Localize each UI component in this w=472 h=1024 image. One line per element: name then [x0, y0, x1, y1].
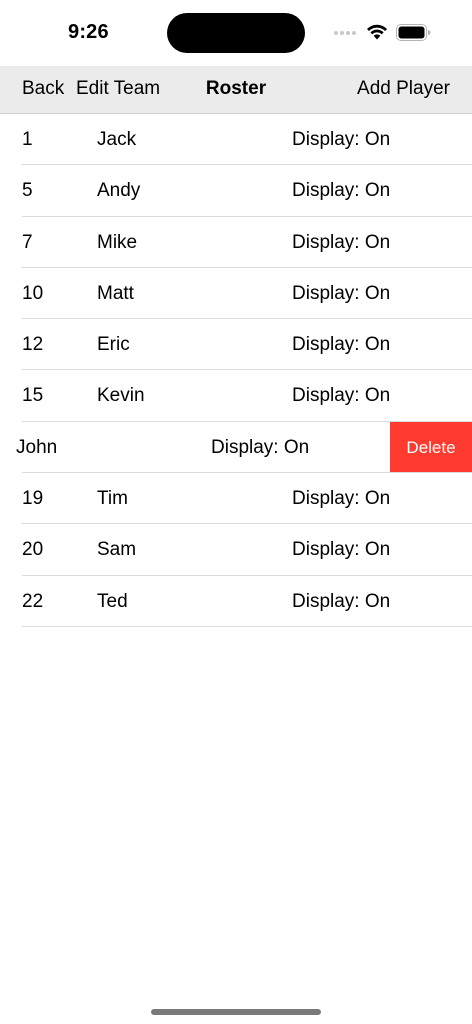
roster-row[interactable]: 19 Tim Display: On [0, 473, 472, 525]
roster-row[interactable]: 12 Eric Display: On [0, 319, 472, 371]
display-status: Display: On [292, 539, 391, 561]
player-number: 22 [22, 590, 44, 612]
wifi-icon [367, 24, 387, 40]
roster-list: 1 Jack Display: On 5 Andy Display: On 7 … [0, 114, 472, 628]
player-number: 10 [22, 282, 44, 304]
player-name: Sam [97, 539, 137, 561]
player-number: 1 [22, 129, 33, 150]
back-button[interactable]: Back [22, 78, 64, 100]
player-name: John [16, 436, 58, 458]
player-number: 7 [22, 231, 33, 253]
roster-row[interactable]: 1 Jack Display: On [0, 114, 472, 166]
player-name: Ted [97, 590, 128, 612]
home-indicator[interactable] [151, 1009, 321, 1015]
display-status: Display: On [292, 180, 391, 202]
add-player-button[interactable]: Add Player [357, 78, 450, 100]
display-status: Display: On [292, 488, 391, 510]
roster-row[interactable]: 5 Andy Display: On [0, 165, 472, 217]
edit-team-button[interactable]: Edit Team [76, 78, 160, 100]
player-name: Eric [97, 334, 130, 356]
delete-button[interactable]: Delete [390, 421, 472, 473]
roster-row[interactable]: 22 Ted Display: On [0, 576, 472, 628]
display-status: Display: On [292, 129, 391, 150]
player-name: Matt [97, 282, 134, 304]
display-status: Display: On [292, 385, 391, 407]
display-status: Display: On [292, 334, 391, 356]
player-name: Kevin [97, 385, 145, 407]
display-status: Display: On [211, 436, 310, 458]
roster-row[interactable]: 20 Sam Display: On [0, 524, 472, 576]
player-name: Tim [97, 488, 128, 510]
display-status: Display: On [292, 282, 391, 304]
status-bar: 9:26 [0, 0, 472, 66]
battery-icon [396, 24, 431, 41]
roster-row[interactable]: 10 Matt Display: On [0, 268, 472, 320]
roster-row-swiped[interactable]: John Display: On Delete [0, 421, 472, 474]
navigation-bar: Roster Back Edit Team Add Player [0, 66, 472, 114]
player-number: 20 [22, 539, 44, 561]
player-name: Mike [97, 231, 138, 253]
display-status: Display: On [292, 590, 391, 612]
player-number: 12 [22, 334, 44, 356]
player-number: 5 [22, 180, 33, 202]
player-number: 15 [22, 385, 44, 407]
status-time: 9:26 [68, 21, 109, 43]
player-name: Andy [97, 180, 141, 202]
app-screen: 9:26 Roster Back Edit Team Add Player 1 … [0, 0, 472, 1024]
player-number: 19 [22, 488, 44, 510]
dynamic-island [167, 13, 305, 53]
display-status: Display: On [292, 231, 391, 253]
roster-row[interactable]: 7 Mike Display: On [0, 217, 472, 269]
player-name: Jack [97, 129, 137, 150]
roster-row[interactable]: 15 Kevin Display: On [0, 370, 472, 423]
